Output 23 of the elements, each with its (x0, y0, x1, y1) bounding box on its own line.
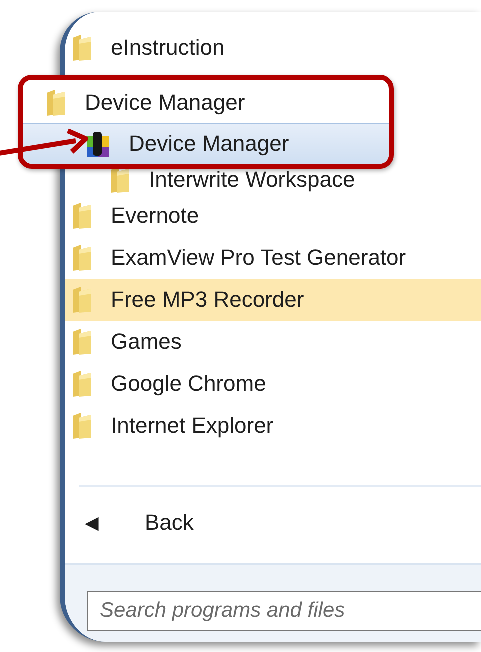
menu-item[interactable]: Evernote (65, 195, 481, 237)
back-label[interactable]: Back (145, 510, 194, 536)
menu-item[interactable]: Free MP3 Recorder (65, 279, 481, 321)
menu-item[interactable]: Device Manager (23, 83, 389, 123)
menu-item[interactable]: ExamView Pro Test Generator (65, 237, 481, 279)
menu-item[interactable]: Interwrite Workspace (65, 165, 481, 195)
folder-icon (71, 34, 93, 62)
folder-icon (71, 370, 93, 398)
menu-item[interactable]: eInstruction (65, 27, 481, 69)
folder-icon (45, 89, 67, 117)
folder-icon (71, 244, 93, 272)
menu-item[interactable]: Games (65, 321, 481, 363)
search-field[interactable]: Search programs and files (87, 591, 481, 631)
folder-icon (109, 166, 131, 194)
folder-icon (71, 286, 93, 314)
menu-item[interactable]: Google Chrome (65, 363, 481, 405)
back-arrow-icon: ◀ (85, 512, 99, 534)
menu-item[interactable]: Device Manager (23, 123, 389, 164)
device-manager-icon (85, 130, 111, 158)
folder-icon (71, 412, 93, 440)
menu-item[interactable]: Internet Explorer (65, 405, 481, 447)
folder-icon (71, 202, 93, 230)
folder-icon (71, 328, 93, 356)
